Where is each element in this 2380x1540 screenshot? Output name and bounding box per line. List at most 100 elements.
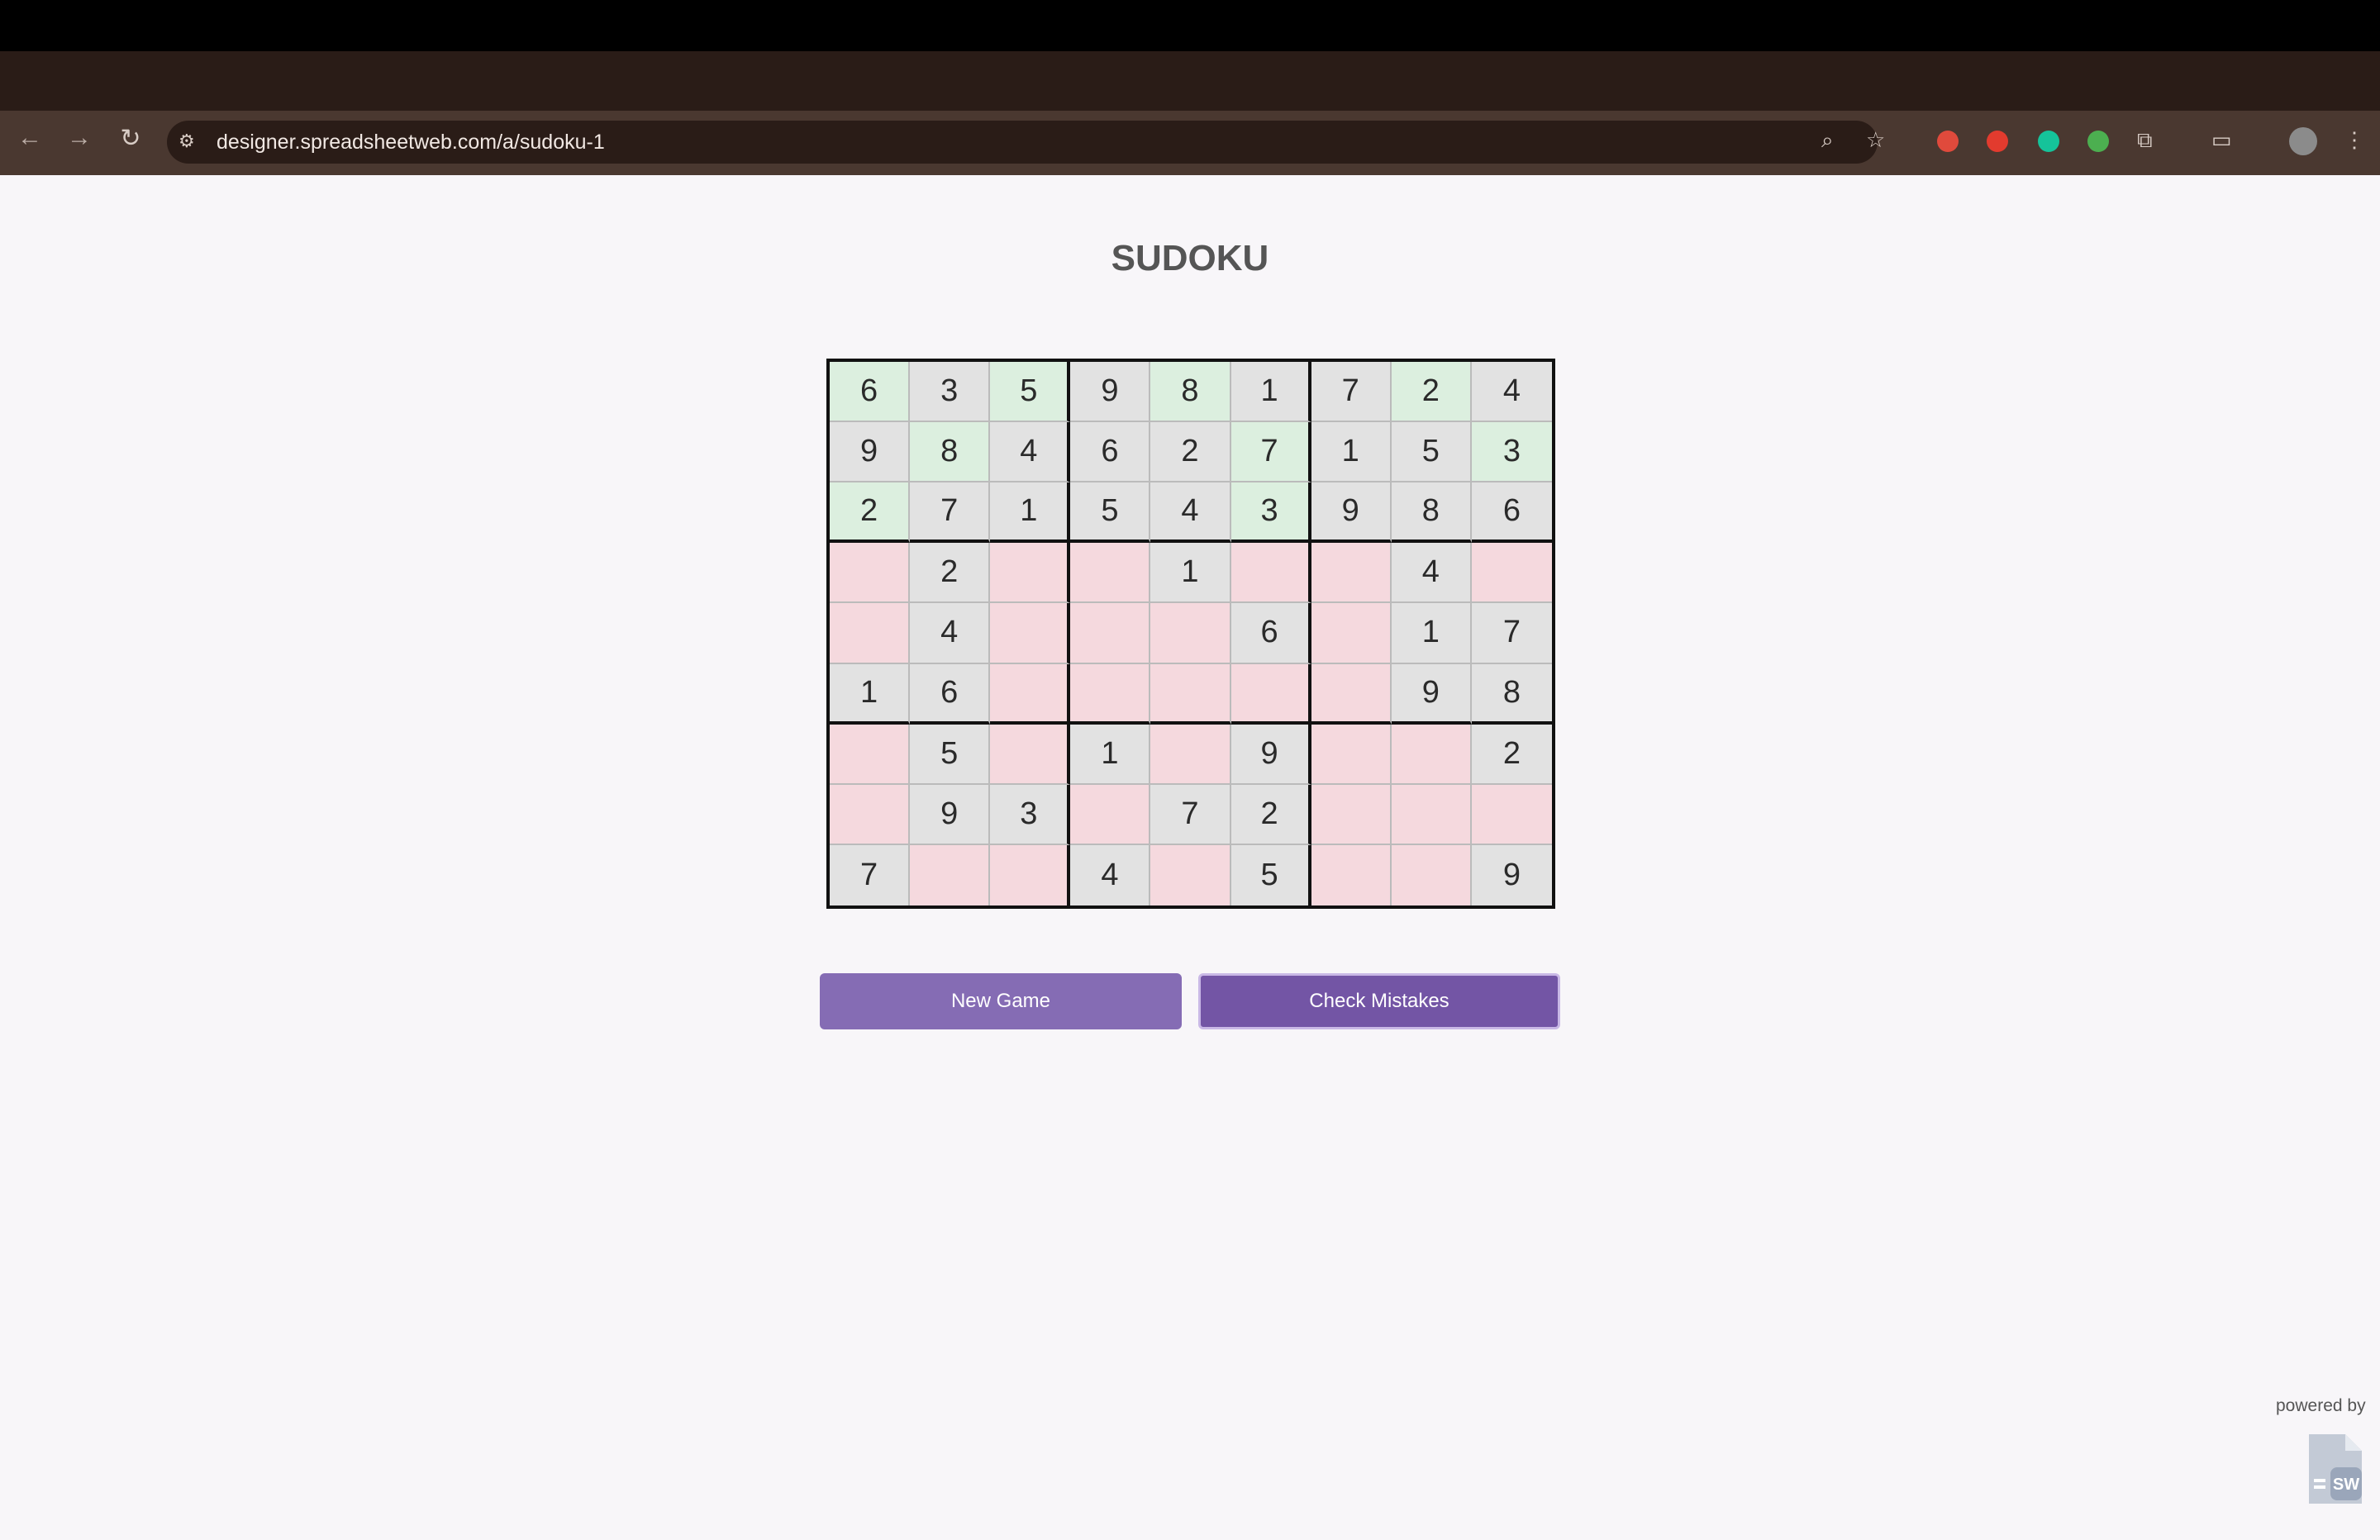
reload-icon[interactable]: ↻: [112, 124, 149, 153]
sudoku-cell[interactable]: [990, 844, 1071, 905]
sudoku-cell[interactable]: 7: [1471, 603, 1552, 664]
powered-by-label: powered by: [2276, 1396, 2366, 1415]
extension-robot-icon[interactable]: [2087, 131, 2109, 152]
sudoku-cell[interactable]: 4: [910, 603, 991, 664]
sudoku-cell[interactable]: 4: [1391, 543, 1472, 604]
sudoku-cell[interactable]: [830, 543, 911, 604]
sudoku-cell[interactable]: [830, 724, 911, 785]
sudoku-cell[interactable]: [1070, 784, 1151, 845]
sudoku-cell[interactable]: [1391, 724, 1472, 785]
sudoku-cell[interactable]: [830, 603, 911, 664]
sudoku-cell[interactable]: [1230, 543, 1311, 604]
tab-search-icon[interactable]: ▭: [2211, 127, 2232, 153]
browser-menu-icon[interactable]: ⋮: [2344, 127, 2365, 153]
sudoku-cell[interactable]: 1: [1150, 543, 1231, 604]
sudoku-cell[interactable]: 6: [1070, 422, 1151, 483]
sudoku-cell[interactable]: 1: [1230, 362, 1311, 423]
sudoku-cell[interactable]: [1311, 784, 1392, 845]
sudoku-cell[interactable]: [1150, 724, 1231, 785]
sudoku-cell[interactable]: [910, 844, 991, 905]
sudoku-cell[interactable]: [1150, 844, 1231, 905]
sudoku-cell[interactable]: 7: [1230, 422, 1311, 483]
sudoku-cell[interactable]: 8: [1150, 362, 1231, 423]
sudoku-cell[interactable]: 1: [990, 482, 1071, 544]
sudoku-cell[interactable]: 9: [910, 784, 991, 845]
sudoku-cell[interactable]: 5: [910, 724, 991, 785]
sudoku-cell[interactable]: 3: [910, 362, 991, 423]
profile-avatar[interactable]: [2289, 127, 2317, 155]
sudoku-cell[interactable]: 2: [1150, 422, 1231, 483]
sudoku-cell[interactable]: [1311, 663, 1392, 725]
sudoku-cell[interactable]: [1070, 603, 1151, 664]
sudoku-cell[interactable]: [1311, 543, 1392, 604]
sudoku-cell[interactable]: [1070, 543, 1151, 604]
sudoku-cell[interactable]: [1150, 603, 1231, 664]
site-settings-icon[interactable]: ⚙: [178, 131, 195, 152]
sudoku-cell[interactable]: 2: [910, 543, 991, 604]
check-mistakes-button[interactable]: Check Mistakes: [1198, 973, 1560, 1029]
sudoku-cell[interactable]: 9: [830, 422, 911, 483]
sudoku-cell[interactable]: [1230, 663, 1311, 725]
sudoku-cell[interactable]: 5: [1391, 422, 1472, 483]
sudoku-cell[interactable]: 1: [1391, 603, 1472, 664]
sudoku-cell[interactable]: 4: [1150, 482, 1231, 544]
sudoku-cell[interactable]: 1: [830, 663, 911, 725]
sudoku-cell[interactable]: 9: [1391, 663, 1472, 725]
sudoku-cell[interactable]: 1: [1070, 724, 1151, 785]
sudoku-cell[interactable]: 6: [1230, 603, 1311, 664]
extensions-puzzle-icon[interactable]: ⧉: [2137, 127, 2153, 154]
sudoku-cell[interactable]: [990, 724, 1071, 785]
sudoku-cell[interactable]: 2: [830, 482, 911, 544]
sudoku-cell[interactable]: 4: [990, 422, 1071, 483]
new-game-button[interactable]: New Game: [820, 973, 1182, 1029]
sudoku-cell[interactable]: 7: [1311, 362, 1392, 423]
sudoku-cell[interactable]: [1311, 844, 1392, 905]
sudoku-cell[interactable]: 7: [910, 482, 991, 544]
sudoku-cell[interactable]: 3: [1471, 422, 1552, 483]
sudoku-cell[interactable]: 7: [1150, 784, 1231, 845]
sudoku-cell[interactable]: 8: [1391, 482, 1472, 544]
sudoku-cell[interactable]: 9: [1471, 844, 1552, 905]
sudoku-cell[interactable]: 6: [1471, 482, 1552, 544]
forward-arrow-icon[interactable]: →: [61, 124, 98, 152]
sudoku-cell[interactable]: 9: [1070, 362, 1151, 423]
sudoku-cell[interactable]: 8: [910, 422, 991, 483]
sudoku-cell[interactable]: [1311, 603, 1392, 664]
sudoku-cell[interactable]: 3: [990, 784, 1071, 845]
sudoku-cell[interactable]: [990, 663, 1071, 725]
zoom-icon[interactable]: ⌕: [1821, 127, 1834, 154]
sudoku-cell[interactable]: [1391, 844, 1472, 905]
back-arrow-icon[interactable]: ←: [12, 124, 48, 152]
sudoku-cell[interactable]: [830, 784, 911, 845]
extension-tp-icon[interactable]: [1937, 131, 1959, 152]
sudoku-cell[interactable]: 2: [1230, 784, 1311, 845]
grammarly-icon[interactable]: [2038, 131, 2059, 152]
sudoku-cell[interactable]: 5: [1070, 482, 1151, 544]
sudoku-cell[interactable]: 6: [830, 362, 911, 423]
spreadsheetweb-logo-icon[interactable]: SW: [2306, 1431, 2365, 1507]
sudoku-cell[interactable]: 1: [1311, 422, 1392, 483]
sudoku-cell[interactable]: [1070, 663, 1151, 725]
sudoku-cell[interactable]: [1471, 784, 1552, 845]
sudoku-cell[interactable]: 4: [1070, 844, 1151, 905]
sudoku-cell[interactable]: 2: [1391, 362, 1472, 423]
sudoku-cell[interactable]: 5: [990, 362, 1071, 423]
extension-hand-icon[interactable]: [1987, 131, 2008, 152]
sudoku-cell[interactable]: 3: [1230, 482, 1311, 544]
sudoku-cell[interactable]: 5: [1230, 844, 1311, 905]
sudoku-cell[interactable]: [1471, 543, 1552, 604]
sudoku-cell[interactable]: 6: [910, 663, 991, 725]
url-text[interactable]: designer.spreadsheetweb.com/a/sudoku-1: [217, 131, 605, 154]
sudoku-cell[interactable]: [1311, 724, 1392, 785]
sudoku-cell[interactable]: [990, 603, 1071, 664]
sudoku-cell[interactable]: 2: [1471, 724, 1552, 785]
sudoku-cell[interactable]: 7: [830, 844, 911, 905]
sudoku-cell[interactable]: [1150, 663, 1231, 725]
bookmark-star-icon[interactable]: ☆: [1866, 127, 1885, 153]
sudoku-cell[interactable]: 9: [1230, 724, 1311, 785]
sudoku-cell[interactable]: 8: [1471, 663, 1552, 725]
sudoku-cell[interactable]: 9: [1311, 482, 1392, 544]
sudoku-cell[interactable]: [1391, 784, 1472, 845]
sudoku-cell[interactable]: [990, 543, 1071, 604]
sudoku-cell[interactable]: 4: [1471, 362, 1552, 423]
